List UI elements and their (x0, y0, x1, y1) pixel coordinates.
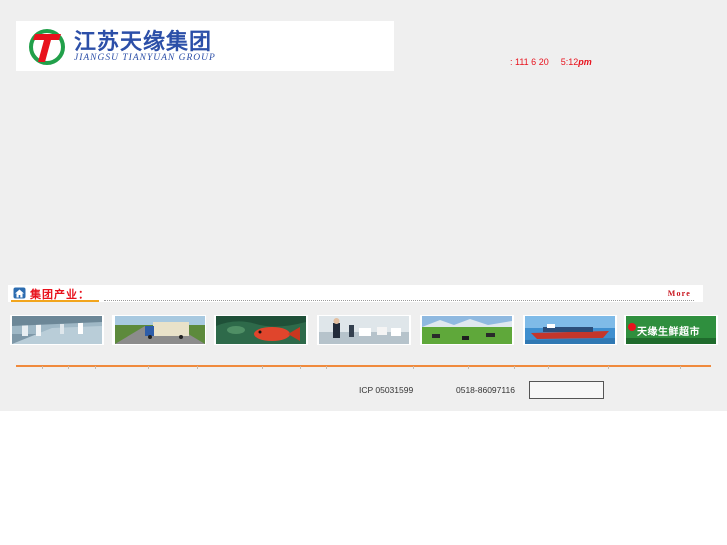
office-staff-photo (319, 316, 409, 344)
divider-tick (468, 366, 469, 369)
divider-tick (42, 366, 43, 369)
divider-tick (68, 366, 69, 369)
home-icon (13, 287, 26, 299)
contact-phone-text: 0518-86097116 (456, 385, 515, 395)
divider-tick (326, 366, 327, 369)
logo-english-name: JIANGSU TIANYUAN GROUP (74, 53, 216, 63)
date-time-display: : 111 6 20 5:12pm (510, 57, 592, 67)
factory-floor-photo (12, 316, 102, 344)
divider-tick (413, 366, 414, 369)
page-background: 江苏天缘集团 JIANGSU TIANYUAN GROUP : 111 6 20… (0, 0, 727, 411)
footer-divider (16, 365, 711, 367)
divider-tick (514, 366, 515, 369)
supermarket-sign-photo: 天缘生鲜超市 (626, 316, 716, 344)
divider-tick (148, 366, 149, 369)
divider-tick (300, 366, 301, 369)
industry-section-header: 集团产业： More (8, 285, 703, 302)
red-fish-photo (216, 316, 306, 344)
truck-highway-photo (115, 316, 205, 344)
dotted-divider (104, 300, 694, 301)
divider-tick (680, 366, 681, 369)
divider-tick (548, 366, 549, 369)
site-logo[interactable]: 江苏天缘集团 JIANGSU TIANYUAN GROUP (16, 21, 394, 71)
title-underline (11, 300, 99, 302)
industry-thumb-logistics[interactable] (112, 315, 206, 345)
grassland-cattle-photo (422, 316, 512, 344)
visitor-counter-box (529, 381, 604, 399)
industry-thumb-office[interactable] (317, 315, 411, 345)
divider-tick (197, 366, 198, 369)
industry-thumb-factory[interactable] (10, 315, 104, 345)
supermarket-sign-text: 天缘生鲜超市 (637, 327, 700, 338)
industry-thumb-supermarket[interactable]: 天缘生鲜超市 (624, 315, 718, 345)
logo-chinese-name: 江苏天缘集团 (74, 29, 213, 55)
date-text: : 111 6 20 (510, 57, 549, 67)
industry-thumb-shipping[interactable] (523, 315, 617, 345)
ampm-text: pm (578, 57, 592, 67)
cargo-ship-photo (525, 316, 615, 344)
more-link[interactable]: More (668, 289, 691, 298)
divider-tick (95, 366, 96, 369)
time-text: 5:12 (560, 57, 579, 67)
divider-tick (608, 366, 609, 369)
tianyuan-logo-icon (29, 29, 65, 65)
divider-tick (262, 366, 263, 369)
industry-thumb-aquaculture[interactable] (214, 315, 308, 345)
industry-thumb-ranch[interactable] (420, 315, 514, 345)
icp-license-text: ICP 05031599 (359, 385, 414, 395)
